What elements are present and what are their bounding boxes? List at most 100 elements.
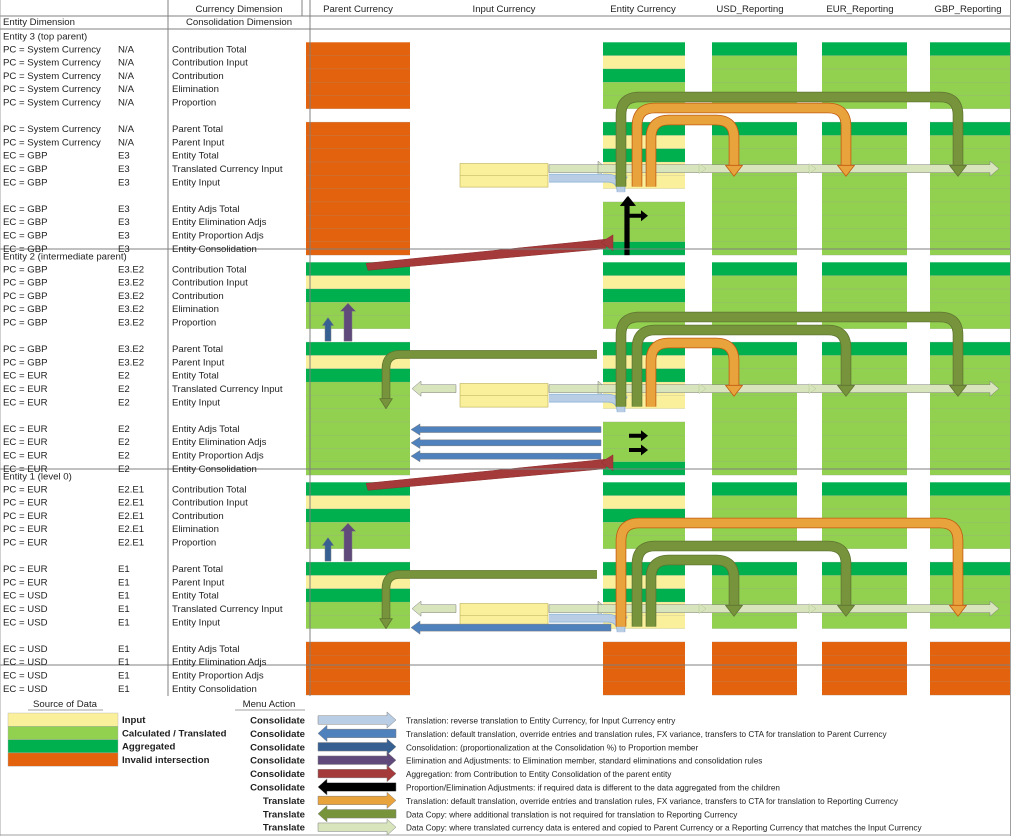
- svg-text:E1: E1: [118, 617, 130, 628]
- svg-text:Entity Consolidation: Entity Consolidation: [172, 464, 257, 475]
- svg-text:Entity Currency: Entity Currency: [610, 4, 676, 15]
- svg-text:PC = EUR: PC = EUR: [3, 511, 48, 522]
- svg-text:E2: E2: [118, 397, 130, 408]
- svg-text:Contribution Total: Contribution Total: [172, 264, 247, 275]
- svg-text:N/A: N/A: [118, 124, 135, 135]
- svg-text:USD_Reporting: USD_Reporting: [716, 4, 783, 15]
- svg-text:Entity 3 (top parent): Entity 3 (top parent): [3, 32, 87, 43]
- svg-text:Data Copy: where translated cu: Data Copy: where translated currency dat…: [406, 824, 923, 833]
- svg-text:PC = System Currency: PC = System Currency: [3, 58, 101, 69]
- svg-text:PC = System Currency: PC = System Currency: [3, 124, 101, 135]
- svg-text:Translated Currency Input: Translated Currency Input: [172, 164, 283, 175]
- svg-text:PC = EUR: PC = EUR: [3, 524, 48, 535]
- svg-text:E2.E1: E2.E1: [118, 498, 144, 509]
- svg-text:N/A: N/A: [118, 137, 135, 148]
- svg-text:Entity Input: Entity Input: [172, 397, 220, 408]
- svg-text:Parent Total: Parent Total: [172, 124, 223, 135]
- svg-text:EC = EUR: EC = EUR: [3, 451, 48, 462]
- svg-text:E3.E2: E3.E2: [118, 264, 144, 275]
- svg-text:Proportion: Proportion: [172, 318, 216, 329]
- svg-text:E3.E2: E3.E2: [118, 344, 144, 355]
- svg-text:E3.E2: E3.E2: [118, 357, 144, 368]
- svg-text:Entity Proportion Adjs: Entity Proportion Adjs: [172, 451, 264, 462]
- svg-text:Entity Adjs Total: Entity Adjs Total: [172, 424, 240, 435]
- svg-text:EC = USD: EC = USD: [3, 617, 48, 628]
- svg-text:Translate: Translate: [263, 796, 305, 807]
- svg-text:E3.E2: E3.E2: [118, 318, 144, 329]
- svg-text:N/A: N/A: [118, 71, 135, 82]
- svg-text:Calculated / Translated: Calculated / Translated: [122, 728, 227, 739]
- svg-text:Translate: Translate: [263, 809, 305, 820]
- svg-text:E2: E2: [118, 451, 130, 462]
- svg-text:Translate: Translate: [263, 823, 305, 834]
- svg-text:E3: E3: [118, 231, 130, 242]
- svg-text:Consolidate: Consolidate: [250, 742, 305, 753]
- svg-text:EC = GBP: EC = GBP: [3, 151, 48, 162]
- svg-text:EC = USD: EC = USD: [3, 591, 48, 602]
- svg-text:Translation: reverse translati: Translation: reverse translation to Enti…: [406, 717, 676, 726]
- svg-text:E1: E1: [118, 577, 130, 588]
- svg-text:Proportion/Elimination Adjustm: Proportion/Elimination Adjustments: if r…: [406, 784, 780, 793]
- svg-text:PC = GBP: PC = GBP: [3, 264, 48, 275]
- svg-text:N/A: N/A: [118, 98, 135, 109]
- svg-text:PC = EUR: PC = EUR: [3, 498, 48, 509]
- svg-text:Data Copy: where additional tr: Data Copy: where additional translation …: [406, 810, 738, 819]
- svg-text:EC = GBP: EC = GBP: [3, 164, 48, 175]
- svg-text:Parent Input: Parent Input: [172, 577, 225, 588]
- svg-text:PC = System Currency: PC = System Currency: [3, 44, 101, 55]
- svg-text:Input Currency: Input Currency: [473, 4, 536, 15]
- svg-text:Currency Dimension: Currency Dimension: [196, 4, 283, 15]
- svg-text:Consolidate: Consolidate: [250, 769, 305, 780]
- svg-text:PC = System Currency: PC = System Currency: [3, 84, 101, 95]
- svg-text:Elimination: Elimination: [172, 84, 219, 95]
- svg-text:E2: E2: [118, 464, 130, 475]
- svg-text:PC = GBP: PC = GBP: [3, 318, 48, 329]
- svg-text:Entity Consolidation: Entity Consolidation: [172, 684, 257, 695]
- svg-text:PC = EUR: PC = EUR: [3, 484, 48, 495]
- svg-text:Contribution Input: Contribution Input: [172, 58, 248, 69]
- svg-text:Elimination: Elimination: [172, 524, 219, 535]
- svg-text:Translated Currency Input: Translated Currency Input: [172, 384, 283, 395]
- consolidation-flow-diagram: Currency Dimension Parent Currency Input C…: [0, 0, 1011, 836]
- svg-text:EC = USD: EC = USD: [3, 657, 48, 668]
- svg-text:N/A: N/A: [118, 44, 135, 55]
- svg-text:Aggregation: from Contribution: Aggregation: from Contribution to Entity…: [406, 770, 672, 779]
- svg-text:E1: E1: [118, 657, 130, 668]
- svg-text:E2: E2: [118, 384, 130, 395]
- svg-text:Entity Proportion Adjs: Entity Proportion Adjs: [172, 231, 264, 242]
- svg-text:Consolidate: Consolidate: [250, 756, 305, 767]
- svg-text:E2: E2: [118, 424, 130, 435]
- svg-text:Elimination and Adjustments: t: Elimination and Adjustments: to Eliminat…: [406, 757, 762, 766]
- svg-text:Entity Adjs Total: Entity Adjs Total: [172, 644, 240, 655]
- svg-text:Parent Total: Parent Total: [172, 344, 223, 355]
- svg-text:E2.E1: E2.E1: [118, 484, 144, 495]
- svg-text:E3: E3: [118, 177, 130, 188]
- svg-text:E2.E1: E2.E1: [118, 538, 144, 549]
- svg-text:Parent Input: Parent Input: [172, 357, 225, 368]
- svg-text:Proportion: Proportion: [172, 538, 216, 549]
- svg-text:E1: E1: [118, 684, 130, 695]
- svg-text:Contribution: Contribution: [172, 71, 224, 82]
- svg-text:EC = GBP: EC = GBP: [3, 177, 48, 188]
- svg-text:E3: E3: [118, 217, 130, 228]
- svg-text:EC = EUR: EC = EUR: [3, 437, 48, 448]
- svg-text:Entity Total: Entity Total: [172, 151, 219, 162]
- svg-text:N/A: N/A: [118, 58, 135, 69]
- svg-text:Entity Consolidation: Entity Consolidation: [172, 244, 257, 255]
- svg-text:GBP_Reporting: GBP_Reporting: [934, 4, 1001, 15]
- svg-text:Entity Input: Entity Input: [172, 177, 220, 188]
- svg-text:E1: E1: [118, 644, 130, 655]
- svg-text:PC = GBP: PC = GBP: [3, 357, 48, 368]
- svg-text:Proportion: Proportion: [172, 98, 216, 109]
- svg-text:EC = EUR: EC = EUR: [3, 397, 48, 408]
- svg-text:Aggregated: Aggregated: [122, 742, 175, 753]
- svg-text:E3.E2: E3.E2: [118, 291, 144, 302]
- svg-text:Entity Elimination Adjs: Entity Elimination Adjs: [172, 217, 267, 228]
- svg-text:Contribution: Contribution: [172, 511, 224, 522]
- svg-text:PC = GBP: PC = GBP: [3, 344, 48, 355]
- svg-text:Entity Elimination Adjs: Entity Elimination Adjs: [172, 657, 267, 668]
- svg-text:EC = USD: EC = USD: [3, 671, 48, 682]
- svg-text:Entity Proportion Adjs: Entity Proportion Adjs: [172, 671, 264, 682]
- svg-text:Consolidation: (proportionaliz: Consolidation: (proportionalization at t…: [406, 743, 698, 752]
- svg-text:Contribution Input: Contribution Input: [172, 498, 248, 509]
